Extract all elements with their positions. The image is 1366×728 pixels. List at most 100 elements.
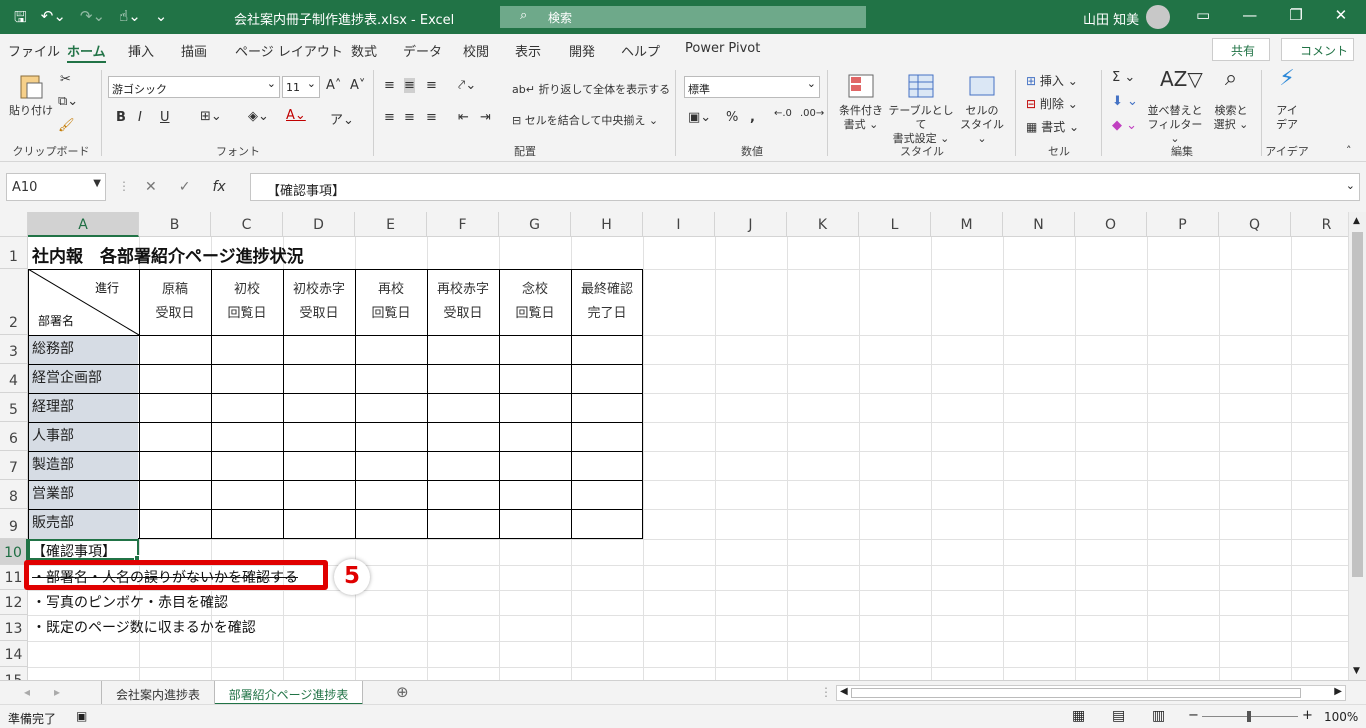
normal-view-icon[interactable]: ▦	[1072, 708, 1085, 724]
collapse-ribbon-icon[interactable]: ˄	[1346, 144, 1352, 157]
minimize-icon[interactable]: —	[1242, 6, 1257, 24]
autosum-icon[interactable]: Σ ⌄	[1112, 70, 1135, 85]
indent-decrease-icon[interactable]: ⇤	[458, 110, 469, 125]
underline-button[interactable]: U	[160, 110, 170, 125]
align-top-icon[interactable]: ≡	[384, 78, 395, 93]
align-center-icon[interactable]: ≡	[404, 110, 415, 125]
align-right-icon[interactable]: ≡	[426, 110, 437, 125]
cut-icon[interactable]: ✂	[60, 72, 71, 87]
column-header[interactable]: C	[211, 212, 283, 237]
cancel-icon[interactable]: ✕	[145, 179, 157, 195]
tab-data[interactable]: データ	[403, 41, 442, 60]
decrease-decimal-icon[interactable]: .00→	[800, 108, 824, 119]
comma-style-icon[interactable]: ,	[750, 110, 755, 125]
clear-icon[interactable]: ◆ ⌄	[1112, 118, 1137, 133]
horizontal-scroll-thumb[interactable]	[851, 688, 1301, 698]
page-layout-view-icon[interactable]: ▤	[1112, 708, 1125, 724]
zoom-slider-thumb[interactable]	[1247, 711, 1251, 722]
search-box[interactable]: ⌕ 検索	[500, 6, 866, 28]
row-header[interactable]: 14	[0, 641, 28, 667]
zoom-out-icon[interactable]: −	[1188, 708, 1199, 723]
vertical-scrollbar[interactable]: ▲ ▼	[1348, 212, 1366, 680]
formula-input[interactable]: 【確認事項】 ⌄	[250, 173, 1360, 201]
ribbon-display-icon[interactable]: ▭	[1196, 6, 1210, 24]
vertical-scroll-thumb[interactable]	[1352, 232, 1363, 577]
notes-title[interactable]: 【確認事項】	[32, 541, 116, 561]
touch-mode-icon[interactable]: ☝⌄	[119, 7, 141, 32]
tab-view[interactable]: 表示	[515, 41, 541, 60]
align-bottom-icon[interactable]: ≡	[426, 78, 437, 93]
department-cell[interactable]: 販売部	[29, 510, 138, 539]
stage-header-cell[interactable]: 最終確認 完了日	[571, 278, 643, 326]
orientation-icon[interactable]: ⤤⌄	[458, 78, 476, 93]
bold-button[interactable]: B	[116, 110, 126, 125]
number-format-select[interactable]: 標準	[684, 76, 820, 98]
department-cell[interactable]: 製造部	[29, 452, 138, 480]
stage-header-cell[interactable]: 再校 回覧日	[355, 278, 427, 326]
column-header[interactable]: I	[643, 212, 715, 237]
wrap-text-button[interactable]: ab↵ 折り返して全体を表示する	[512, 81, 670, 97]
borders-icon[interactable]: ⊞⌄	[200, 109, 222, 124]
tab-insert[interactable]: 挿入	[128, 41, 154, 60]
row-header[interactable]: 1	[0, 237, 28, 269]
sort-filter-button[interactable]: AZ▽ 並べ替えと フィルター ⌄	[1146, 69, 1204, 146]
fill-icon[interactable]: ⬇ ⌄	[1112, 94, 1138, 109]
note-line-2[interactable]: ・写真のピンボケ・赤目を確認	[32, 592, 228, 612]
avatar[interactable]	[1146, 5, 1170, 29]
sheet-title[interactable]: 社内報 各部署紹介ページ進捗状況	[32, 242, 304, 267]
scroll-left-icon[interactable]: ◀	[840, 686, 848, 697]
worksheet[interactable]: ABCDEFGHIJKLMNOPQR 123456789101112131415…	[0, 212, 1366, 680]
stage-header-cell[interactable]: 初校赤字 受取日	[283, 278, 355, 326]
stage-header-cell[interactable]: 再校赤字 受取日	[427, 278, 499, 326]
redo-icon[interactable]: ↷⌄	[80, 7, 105, 32]
department-cell[interactable]: 人事部	[29, 423, 138, 451]
decrease-font-icon[interactable]: A˅	[350, 78, 365, 93]
increase-decimal-icon[interactable]: ←.0	[774, 108, 792, 119]
expand-formula-icon[interactable]: ⌄	[1346, 179, 1355, 192]
department-cell[interactable]: 経理部	[29, 394, 138, 422]
column-header[interactable]: A	[28, 212, 139, 237]
tab-developer[interactable]: 開発	[569, 41, 595, 60]
italic-button[interactable]: I	[138, 110, 142, 125]
row-header[interactable]: 8	[0, 480, 28, 509]
column-header[interactable]: K	[787, 212, 859, 237]
row-header[interactable]: 5	[0, 393, 28, 422]
column-header[interactable]: G	[499, 212, 571, 237]
percent-icon[interactable]: %	[726, 110, 738, 125]
customize-qat-icon[interactable]: ⌄	[155, 7, 168, 32]
row-header[interactable]: 7	[0, 451, 28, 480]
note-line-3[interactable]: ・既定のページ数に収まるかを確認	[32, 617, 256, 637]
conditional-formatting-button[interactable]: 条件付き 書式 ⌄	[834, 72, 888, 132]
enter-icon[interactable]: ✓	[179, 179, 191, 195]
sheet-tab-company[interactable]: 会社案内進捗表	[101, 681, 215, 705]
font-size-select[interactable]: 11	[282, 76, 320, 98]
macro-record-icon[interactable]: ▣	[76, 709, 87, 723]
sheet-tab-departments[interactable]: 部署紹介ページ進捗表	[215, 681, 363, 705]
department-cell[interactable]: 総務部	[29, 336, 138, 364]
row-header[interactable]: 12	[0, 590, 28, 615]
restore-icon[interactable]: ❐	[1289, 6, 1302, 24]
zoom-in-icon[interactable]: +	[1302, 708, 1313, 723]
merge-center-button[interactable]: ⊟ セルを結合して中央揃え ⌄	[512, 112, 658, 128]
tab-power-pivot[interactable]: Power Pivot	[685, 41, 760, 56]
phonetic-icon[interactable]: ア⌄	[330, 109, 354, 128]
department-cell[interactable]: 営業部	[29, 481, 138, 509]
row-header[interactable]: 3	[0, 335, 28, 364]
column-header[interactable]: E	[355, 212, 427, 237]
column-header[interactable]: B	[139, 212, 211, 237]
indent-increase-icon[interactable]: ⇥	[480, 110, 491, 125]
department-cell[interactable]: 経営企画部	[29, 365, 138, 393]
column-header[interactable]: F	[427, 212, 499, 237]
zoom-slider[interactable]	[1202, 711, 1298, 722]
paste-button[interactable]: 貼り付け	[6, 72, 56, 118]
column-header[interactable]: H	[571, 212, 643, 237]
undo-icon[interactable]: ↶⌄	[41, 7, 66, 32]
tab-review[interactable]: 校閲	[463, 41, 489, 60]
row-header[interactable]: 6	[0, 422, 28, 451]
insert-function-icon[interactable]: fx	[212, 179, 225, 195]
align-middle-icon[interactable]: ≡	[404, 78, 415, 93]
tab-page-layout[interactable]: ページ レイアウト	[235, 41, 343, 60]
horizontal-scrollbar[interactable]: ◀ ▶	[836, 685, 1346, 701]
add-sheet-icon[interactable]: ⊕	[396, 683, 409, 701]
copy-icon[interactable]: ⧉⌄	[58, 94, 78, 109]
